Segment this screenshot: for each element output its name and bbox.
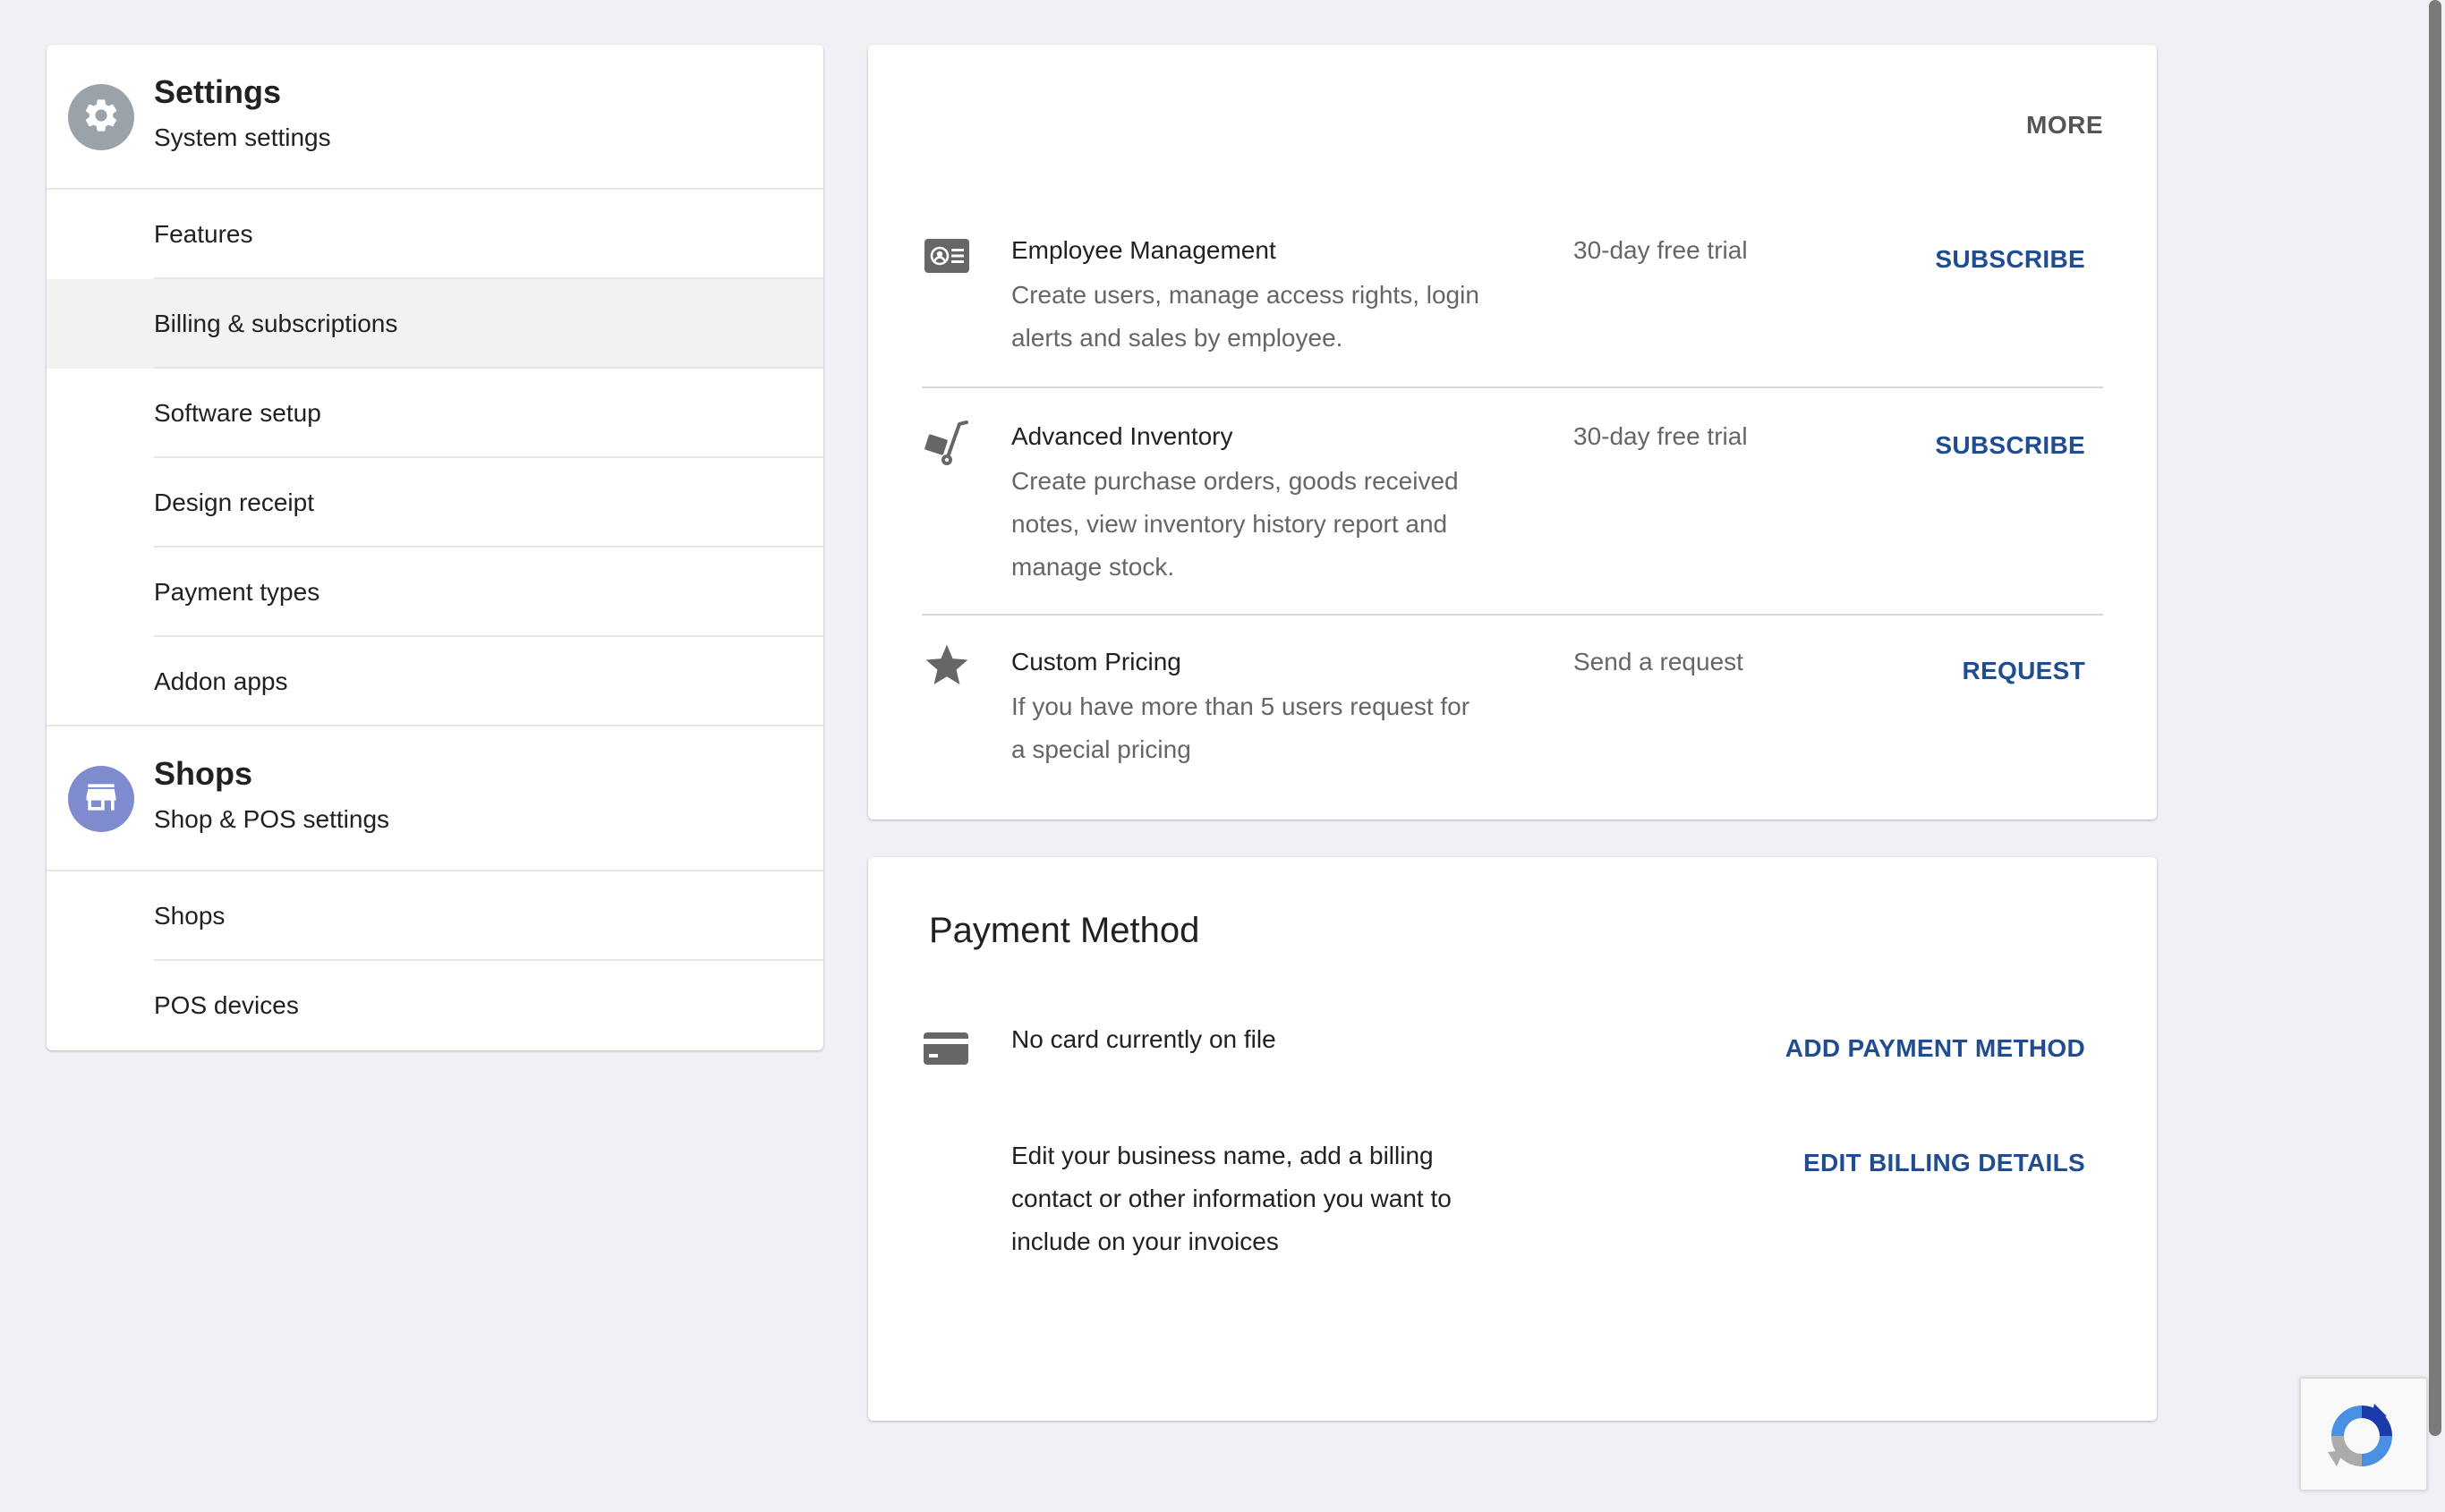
subscription-trial: 30-day free trial bbox=[1573, 236, 1748, 264]
nav-item-features[interactable]: Features bbox=[47, 190, 823, 279]
recaptcha-badge[interactable] bbox=[2300, 1378, 2427, 1491]
star-icon bbox=[922, 641, 972, 691]
request-button[interactable]: REQUEST bbox=[1963, 657, 2085, 685]
settings-subtitle: System settings bbox=[154, 123, 331, 151]
settings-nav: Settings System settings Features Billin… bbox=[47, 45, 823, 1050]
store-icon bbox=[81, 777, 121, 821]
billing-details-text: Edit your business name, add a billing c… bbox=[1011, 1142, 1452, 1255]
nav-item-software-setup[interactable]: Software setup bbox=[47, 369, 823, 458]
nav-item-label: Shops bbox=[154, 902, 226, 930]
credit-card-icon bbox=[922, 1024, 972, 1074]
shops-avatar bbox=[68, 766, 134, 832]
shops-title: Shops bbox=[154, 755, 253, 792]
subscription-name: Custom Pricing bbox=[1011, 648, 1181, 675]
card-status-text: No card currently on file bbox=[1011, 1025, 1276, 1053]
nav-item-label: Software setup bbox=[154, 399, 321, 427]
nav-item-payment-types[interactable]: Payment types bbox=[47, 548, 823, 637]
nav-item-label: Features bbox=[154, 220, 253, 248]
nav-item-shops[interactable]: Shops bbox=[47, 871, 823, 961]
scrollbar-thumb[interactable] bbox=[2429, 0, 2441, 1436]
subscription-trial: Send a request bbox=[1573, 648, 1743, 675]
shops-subtitle: Shop & POS settings bbox=[154, 805, 390, 833]
gear-icon bbox=[81, 96, 121, 140]
subscribe-button[interactable]: SUBSCRIBE bbox=[1935, 431, 2085, 460]
subscribe-button[interactable]: SUBSCRIBE bbox=[1935, 245, 2085, 274]
more-button[interactable]: MORE bbox=[2026, 111, 2103, 140]
settings-avatar bbox=[68, 84, 134, 150]
subscription-row-employee-management: Employee Management Create users, manage… bbox=[922, 179, 2103, 388]
payment-method-title: Payment Method bbox=[929, 911, 1200, 950]
subscription-row-advanced-inventory: Advanced Inventory Create purchase order… bbox=[922, 386, 2103, 616]
shops-section-header: Shops Shop & POS settings bbox=[47, 726, 823, 871]
nav-item-billing-subscriptions[interactable]: Billing & subscriptions bbox=[47, 279, 823, 369]
nav-item-pos-devices[interactable]: POS devices bbox=[47, 961, 823, 1050]
subscription-description: If you have more than 5 users request fo… bbox=[1011, 692, 1470, 763]
nav-item-label: Payment types bbox=[154, 578, 320, 606]
edit-billing-details-button[interactable]: EDIT BILLING DETAILS bbox=[1803, 1149, 2085, 1177]
subscription-description: Create users, manage access rights, logi… bbox=[1011, 281, 1479, 352]
nav-item-label: Design receipt bbox=[154, 488, 314, 516]
nav-item-design-receipt[interactable]: Design receipt bbox=[47, 458, 823, 548]
subscriptions-card: MORE Employee Management Create users, m… bbox=[868, 45, 2157, 820]
subscription-name: Advanced Inventory bbox=[1011, 422, 1233, 450]
add-payment-method-button[interactable]: ADD PAYMENT METHOD bbox=[1785, 1034, 2085, 1063]
payment-method-card: Payment Method No card currently on file… bbox=[868, 857, 2157, 1421]
page-scrollbar[interactable] bbox=[2425, 0, 2445, 1512]
subscription-row-custom-pricing: Custom Pricing If you have more than 5 u… bbox=[922, 614, 2103, 793]
nav-item-addon-apps[interactable]: Addon apps bbox=[47, 637, 823, 726]
nav-item-label: Addon apps bbox=[154, 667, 288, 695]
settings-section-header: Settings System settings bbox=[47, 45, 823, 190]
subscription-trial: 30-day free trial bbox=[1573, 422, 1748, 450]
employee-badge-icon bbox=[922, 231, 972, 281]
hand-truck-icon bbox=[922, 419, 972, 469]
subscription-name: Employee Management bbox=[1011, 236, 1276, 264]
nav-item-label: POS devices bbox=[154, 991, 299, 1019]
nav-item-label: Billing & subscriptions bbox=[154, 310, 398, 337]
settings-title: Settings bbox=[154, 73, 282, 110]
subscription-description: Create purchase orders, goods received n… bbox=[1011, 467, 1459, 581]
